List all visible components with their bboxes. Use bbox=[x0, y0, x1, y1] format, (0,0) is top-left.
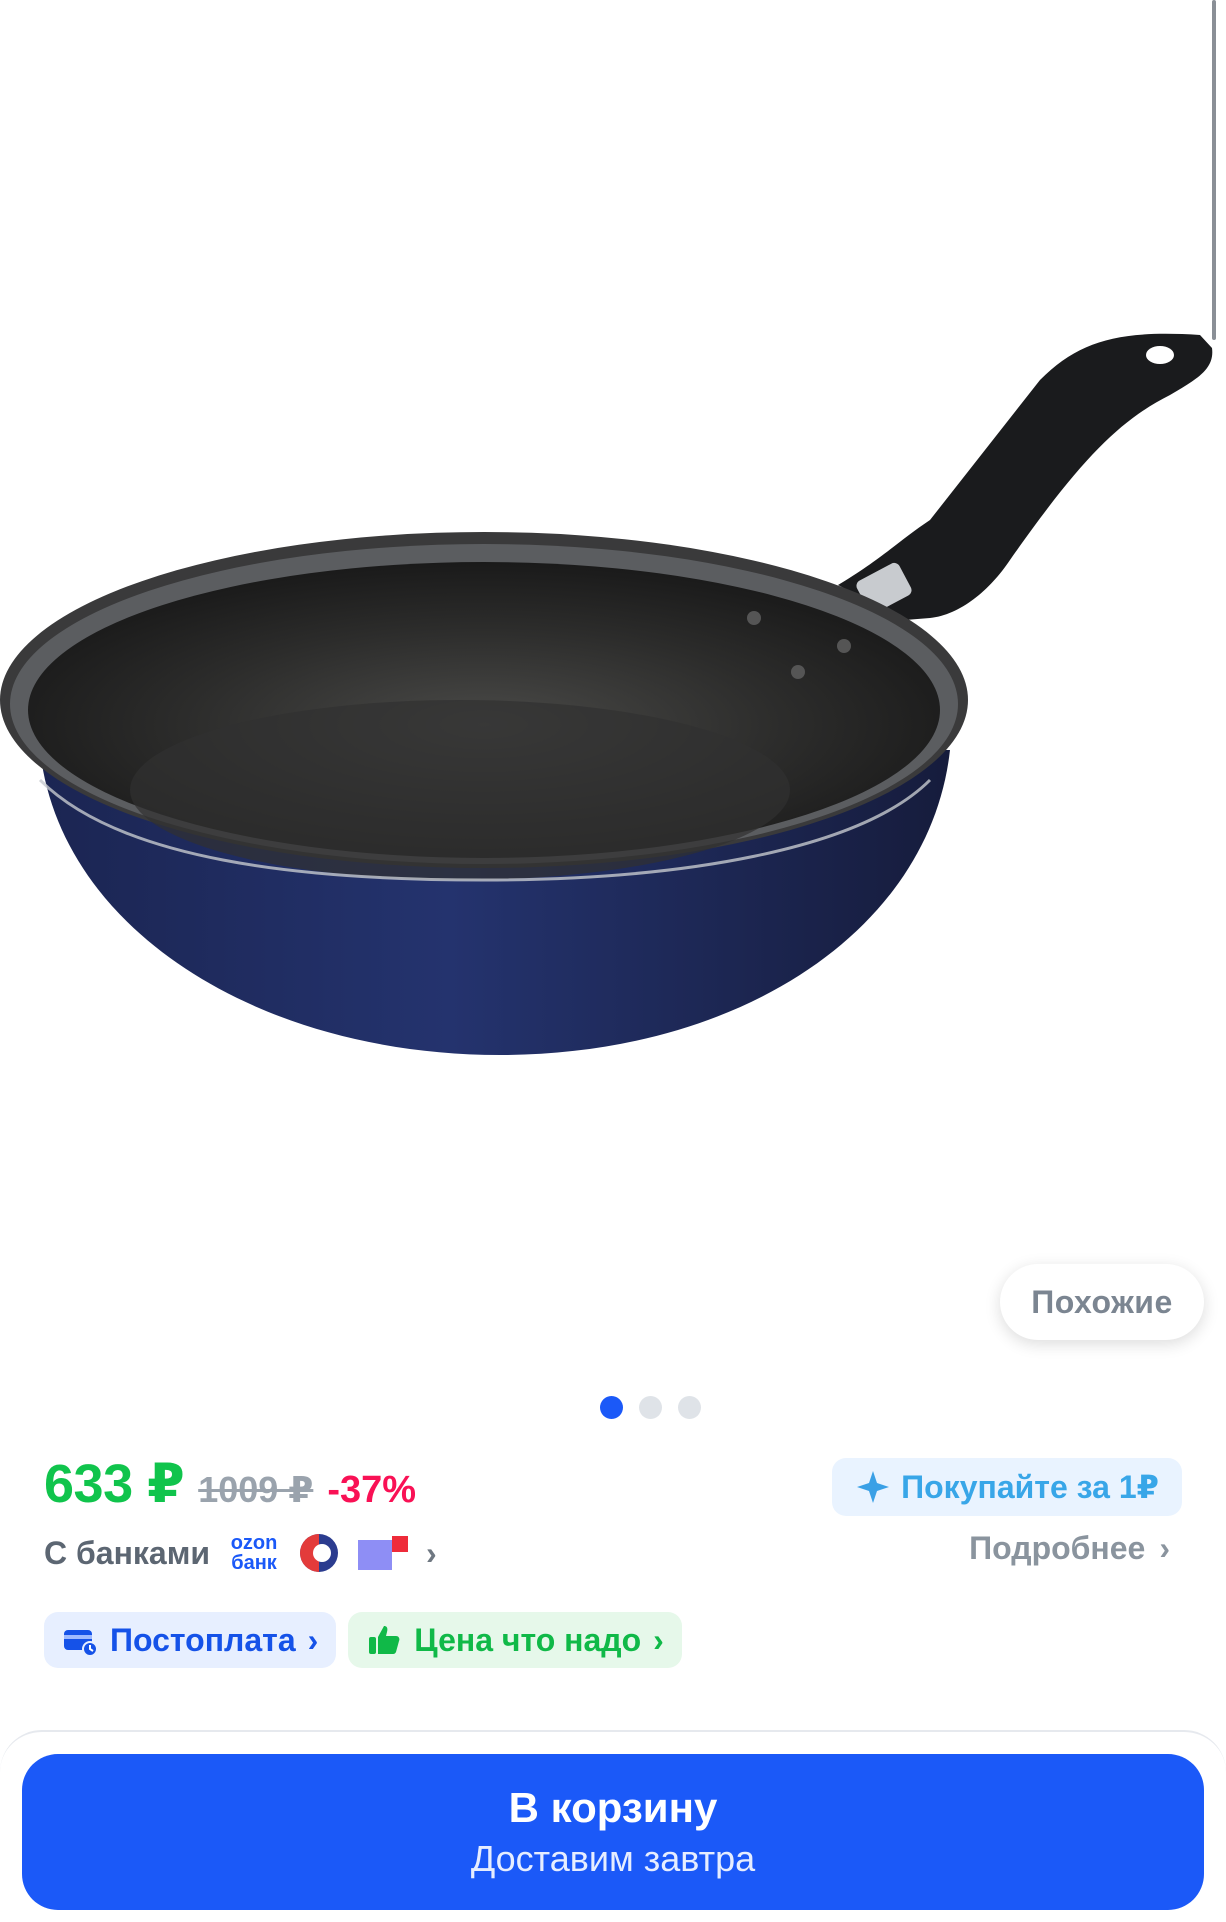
details-link[interactable]: Подробнее › bbox=[969, 1530, 1170, 1567]
current-price: 633 ₽ bbox=[44, 1454, 185, 1514]
chevron-right-icon: › bbox=[307, 1621, 319, 1658]
price-row: 633 ₽ 1009 ₽ -37% bbox=[44, 1452, 416, 1515]
postpay-card-icon bbox=[64, 1630, 98, 1657]
postpay-label: Постоплата bbox=[110, 1621, 296, 1658]
bank-offers[interactable]: С банками ozon банк › bbox=[44, 1528, 437, 1578]
badges-row: Постоплата › Цена что надо › bbox=[44, 1612, 682, 1668]
product-gallery[interactable]: Похожие bbox=[0, 0, 1226, 1370]
old-price: 1009 ₽ bbox=[198, 1469, 314, 1510]
banks-label: С банками bbox=[44, 1534, 211, 1571]
gallery-dot[interactable] bbox=[600, 1396, 623, 1419]
scroll-indicator bbox=[1212, 0, 1216, 340]
postpay-badge[interactable]: Постоплата › bbox=[44, 1612, 337, 1668]
chevron-right-icon: › bbox=[1159, 1530, 1170, 1566]
bank-card-icon bbox=[358, 1536, 409, 1570]
add-to-cart-button[interactable]: В корзину Доставим завтра bbox=[22, 1754, 1204, 1910]
chevron-right-icon: › bbox=[653, 1621, 664, 1658]
gallery-pagination bbox=[600, 1396, 701, 1419]
fair-price-badge[interactable]: Цена что надо › bbox=[348, 1612, 682, 1668]
sovcombank-icon bbox=[300, 1534, 339, 1572]
buy-for-1-rub-label: Покупайте за 1₽ bbox=[901, 1469, 1159, 1505]
product-image[interactable] bbox=[0, 0, 1226, 1370]
buy-for-1-rub-button[interactable]: Покупайте за 1₽ bbox=[832, 1458, 1182, 1516]
thumbs-up-icon bbox=[369, 1626, 400, 1654]
similar-button[interactable]: Похожие bbox=[1000, 1264, 1204, 1340]
add-to-cart-label: В корзину bbox=[508, 1784, 718, 1831]
chevron-right-icon: › bbox=[426, 1534, 437, 1571]
discount-badge: -37% bbox=[327, 1469, 417, 1511]
details-label: Подробнее bbox=[969, 1530, 1146, 1566]
sparkle-icon bbox=[857, 1471, 890, 1503]
delivery-label: Доставим завтра bbox=[470, 1838, 756, 1879]
ozon-bank-logo: ozon банк bbox=[230, 1532, 278, 1574]
gallery-dot[interactable] bbox=[639, 1396, 662, 1419]
fair-price-label: Цена что надо bbox=[414, 1621, 642, 1658]
gallery-dot[interactable] bbox=[678, 1396, 701, 1419]
